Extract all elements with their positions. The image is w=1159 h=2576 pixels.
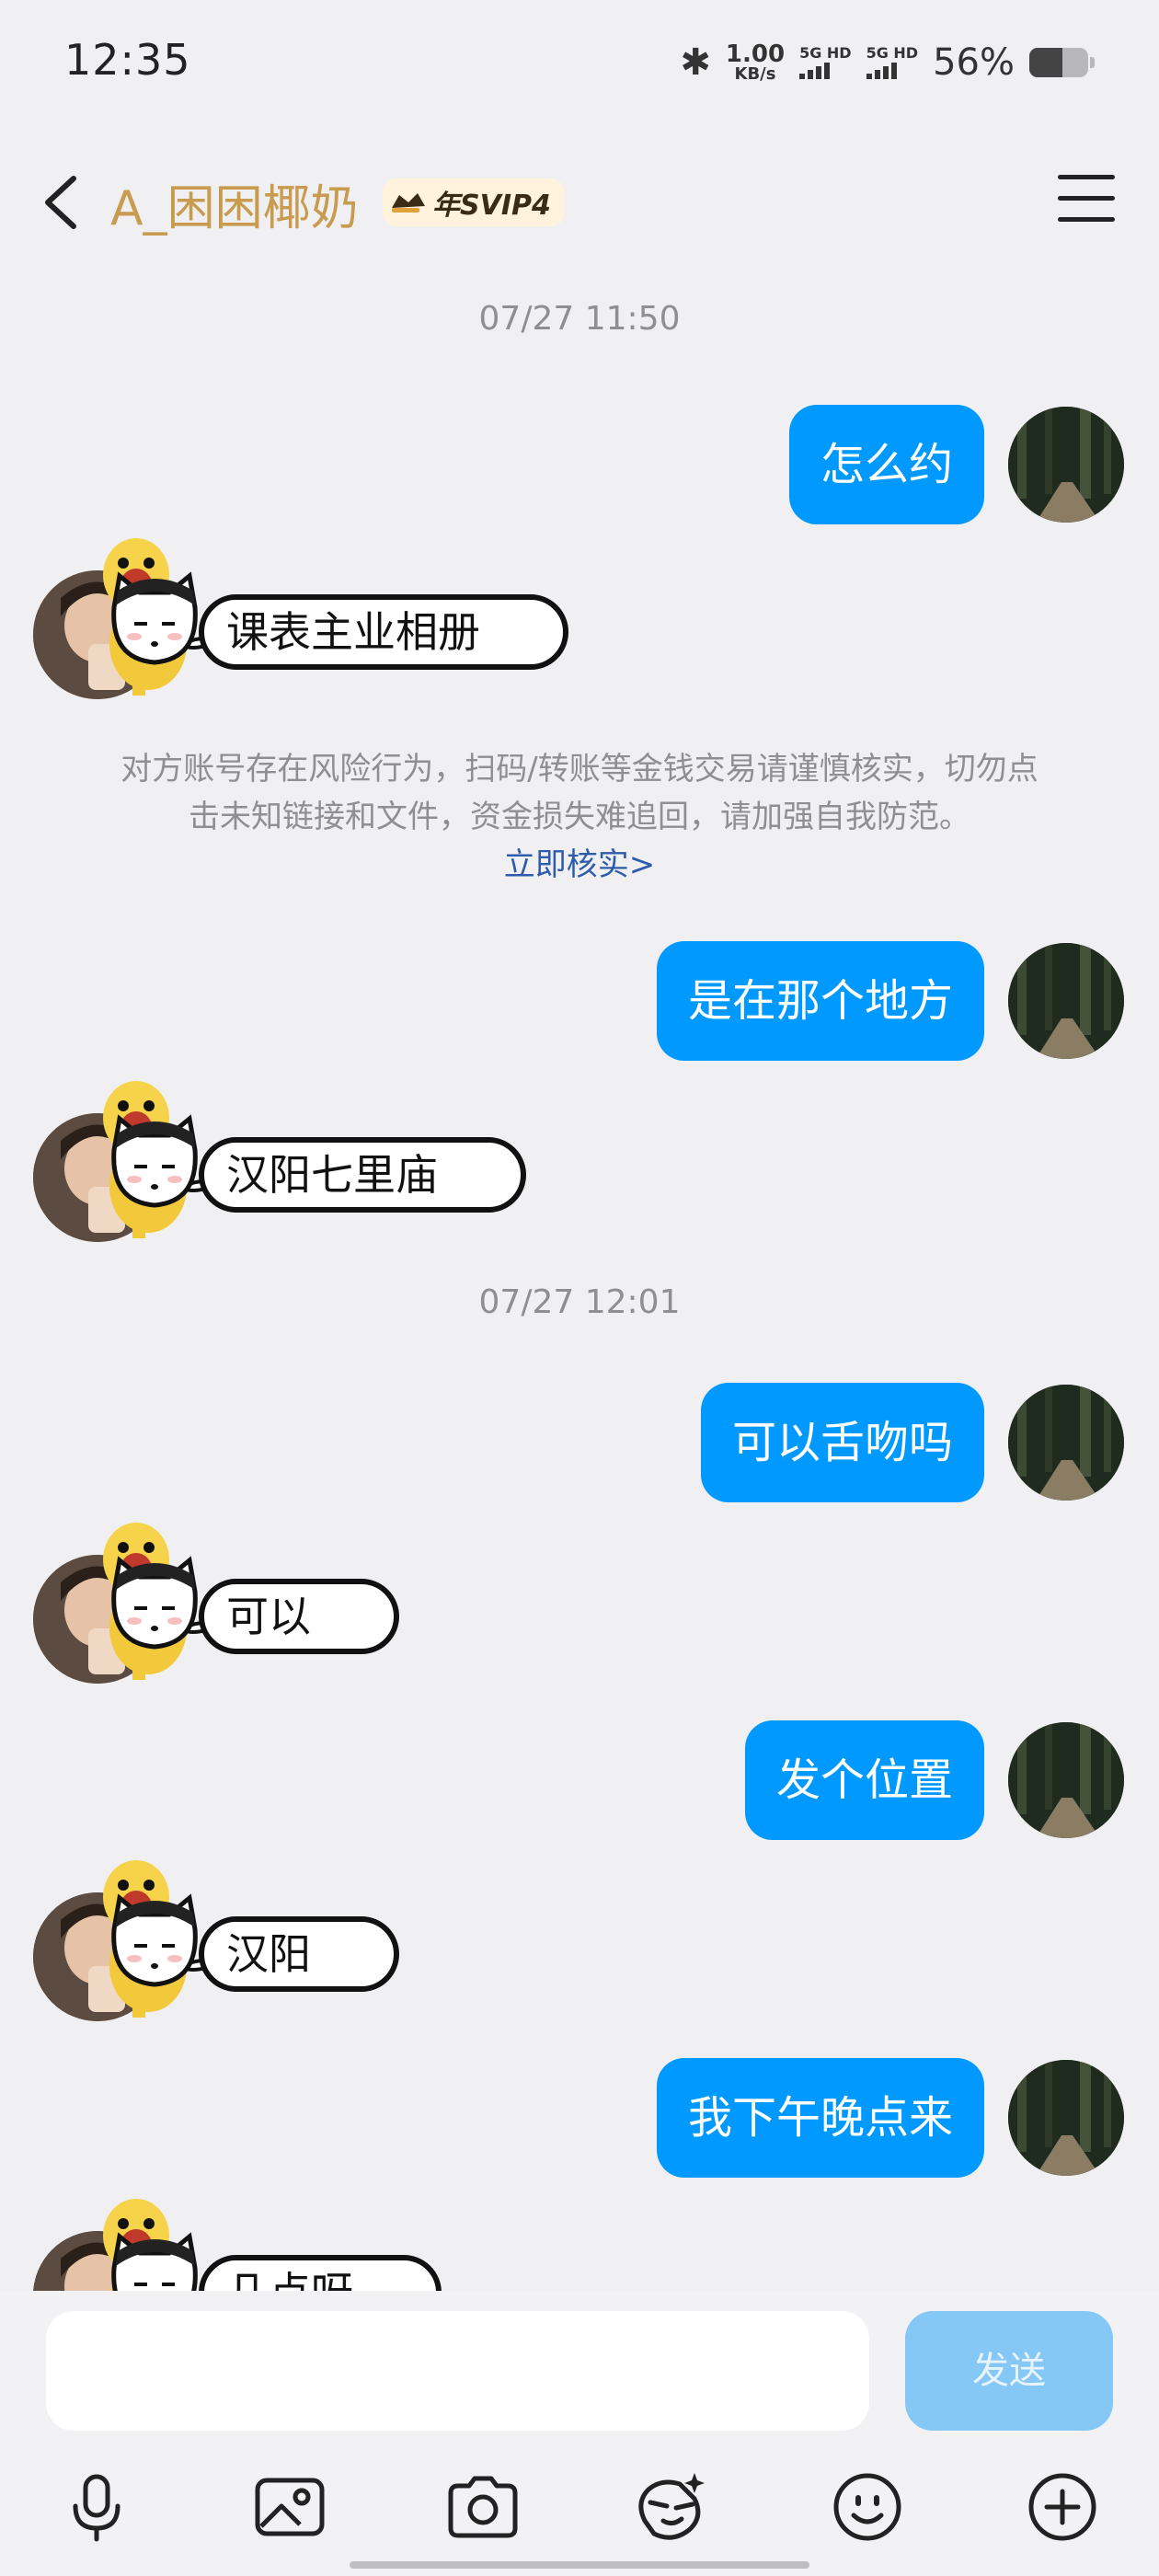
image-icon xyxy=(255,2478,325,2536)
network-speed-unit: KB/s xyxy=(734,64,776,84)
sticker-text: 几点呀 xyxy=(199,2255,442,2291)
timestamp: 07/27 12:01 xyxy=(478,1283,681,1321)
chevron-left-icon xyxy=(45,176,76,229)
battery-icon xyxy=(1029,48,1088,77)
emoji-button[interactable] xyxy=(826,2466,909,2548)
my-avatar[interactable] xyxy=(1008,2060,1124,2176)
my-avatar[interactable] xyxy=(1008,1385,1124,1501)
risk-warning: 对方账号存在风险行为，扫码/转账等金钱交易请谨慎核实，切勿点 击未知链接和文件，… xyxy=(55,745,1104,889)
sim1-label: 5G HD xyxy=(799,44,852,62)
message-input[interactable] xyxy=(46,2311,869,2431)
verify-now-link[interactable]: 立即核实> xyxy=(55,841,1104,889)
message-bubble[interactable]: 怎么约 xyxy=(788,405,984,524)
my-avatar[interactable] xyxy=(1008,943,1124,1059)
microphone-icon xyxy=(73,2474,120,2542)
my-avatar[interactable] xyxy=(1008,1722,1124,1838)
status-bar: 12:35 ✱ 1.00 KB/s 5G HD 5G HD 56% xyxy=(0,0,1159,129)
chat-header: A_困困椰奶 年SVIP4 xyxy=(0,156,1159,248)
home-indicator[interactable] xyxy=(350,2561,809,2569)
signal-sim2-icon: 5G HD xyxy=(866,44,919,79)
message-bubble[interactable]: 可以舌吻吗 xyxy=(700,1383,984,1502)
message-bubble[interactable]: 发个位置 xyxy=(744,1720,984,1840)
photo-button[interactable] xyxy=(248,2466,331,2548)
outgoing-message: 怎么约 xyxy=(788,405,1124,524)
cat-sticker-icon xyxy=(111,1556,198,1650)
signal-sim1-icon: 5G HD xyxy=(799,46,852,79)
message-list[interactable]: 07/27 11:50 怎么约 课表主业相册 对方账号存在风险行为，扫码/转账等… xyxy=(0,267,1159,2291)
vip-crown-icon xyxy=(392,193,425,213)
cat-sticker-icon xyxy=(111,571,198,665)
sim2-label: 5G HD xyxy=(866,44,919,62)
menu-icon xyxy=(1058,175,1115,179)
battery-percent: 56% xyxy=(933,41,1015,84)
bluetooth-icon: ✱ xyxy=(680,41,711,84)
sticker-icon xyxy=(638,2473,705,2540)
cat-sticker-icon xyxy=(111,1893,198,1987)
voice-button[interactable] xyxy=(55,2466,138,2548)
outgoing-message: 是在那个地方 xyxy=(656,941,1124,1061)
clock: 12:35 xyxy=(64,35,191,85)
risk-warning-line1: 对方账号存在风险行为，扫码/转账等金钱交易请谨慎核实，切勿点 xyxy=(120,751,1039,788)
vip-badge[interactable]: 年SVIP4 xyxy=(383,178,564,226)
message-bubble[interactable]: 我下午晚点来 xyxy=(656,2058,984,2178)
outgoing-message: 我下午晚点来 xyxy=(656,2058,1124,2178)
camera-icon xyxy=(448,2476,518,2538)
forest-avatar-icon xyxy=(1008,1722,1124,1838)
status-icons: ✱ 1.00 KB/s 5G HD 5G HD 56% xyxy=(680,37,1095,88)
forest-avatar-icon xyxy=(1008,943,1124,1059)
contact-name[interactable]: A_困困椰奶 xyxy=(110,169,359,238)
plus-icon xyxy=(1028,2473,1096,2541)
network-speed-value: 1.00 xyxy=(725,40,786,68)
outgoing-message: 发个位置 xyxy=(744,1720,1124,1840)
cat-sticker-icon xyxy=(111,1114,198,1208)
more-button[interactable] xyxy=(1021,2466,1104,2548)
cat-sticker-icon xyxy=(111,2232,198,2291)
sticker-button[interactable] xyxy=(630,2466,713,2548)
timestamp: 07/27 11:50 xyxy=(478,300,681,338)
composer-bar: 发送 xyxy=(0,2291,1159,2576)
forest-avatar-icon xyxy=(1008,2060,1124,2176)
sticker-text: 汉阳七里庙 xyxy=(199,1137,526,1213)
forest-avatar-icon xyxy=(1008,407,1124,523)
sticker-text: 课表主业相册 xyxy=(199,594,568,670)
send-button[interactable]: 发送 xyxy=(905,2311,1113,2431)
input-toolbar xyxy=(0,2466,1159,2548)
emoji-icon xyxy=(833,2473,901,2541)
my-avatar[interactable] xyxy=(1008,407,1124,523)
message-bubble[interactable]: 是在那个地方 xyxy=(656,941,984,1061)
risk-warning-line2: 击未知链接和文件，资金损失难追回，请加强自我防范。 xyxy=(189,799,970,835)
vip-badge-label: 年SVIP4 xyxy=(432,190,551,222)
camera-button[interactable] xyxy=(442,2466,524,2548)
menu-button[interactable] xyxy=(1058,175,1115,226)
outgoing-message: 可以舌吻吗 xyxy=(700,1383,1124,1502)
forest-avatar-icon xyxy=(1008,1385,1124,1501)
network-speed: 1.00 KB/s xyxy=(726,42,785,83)
back-button[interactable] xyxy=(35,173,90,232)
sticker-text: 可以 xyxy=(199,1579,399,1654)
sticker-text: 汉阳 xyxy=(199,1916,399,1992)
